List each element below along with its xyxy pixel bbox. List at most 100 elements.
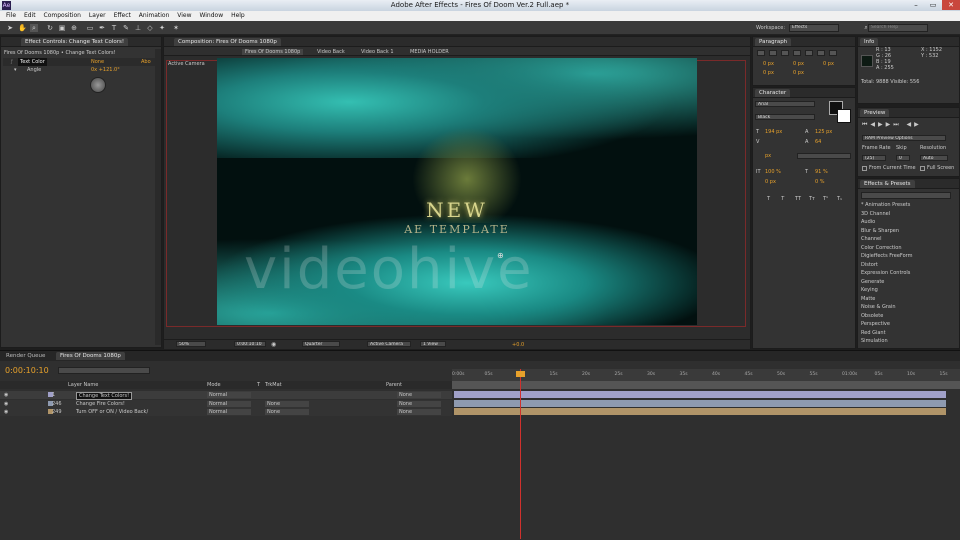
align-center-icon[interactable] <box>769 50 777 56</box>
effects-category-item[interactable]: Expression Controls <box>861 269 910 277</box>
clone-tool-icon[interactable]: ⊥ <box>134 24 142 32</box>
menu-edit[interactable]: Edit <box>24 11 36 21</box>
table-row[interactable]: ◉ 249 Turn OFF or ON / Video Back/Normal No… <box>0 408 452 416</box>
font-size-value[interactable]: 194 px <box>765 128 782 136</box>
puppet-tool-icon[interactable]: ✶ <box>172 24 180 32</box>
expand-arrow-icon[interactable]: ▾ <box>14 66 17 74</box>
menu-help[interactable]: Help <box>231 11 245 21</box>
effects-category-item[interactable]: Matte <box>861 295 875 303</box>
effects-category-item[interactable]: Distort <box>861 261 878 269</box>
effect-top-value[interactable]: None <box>91 58 104 66</box>
close-window-button[interactable]: ✕ <box>942 0 960 10</box>
stroke-color-swatch[interactable] <box>837 109 851 123</box>
eye-icon[interactable]: ◉ <box>4 401 8 407</box>
pen-tool-icon[interactable]: ✒ <box>98 24 106 32</box>
menu-view[interactable]: View <box>177 11 191 21</box>
tab-composition[interactable]: Composition: Fires Of Dooms 1080p <box>174 38 281 46</box>
layer-duration-bar[interactable] <box>454 399 946 407</box>
menu-composition[interactable]: Composition <box>44 11 81 21</box>
layer-number[interactable]: 1 <box>52 392 55 398</box>
ram-preview-options-select[interactable]: RAM Preview Options <box>862 135 946 141</box>
angle-dial[interactable] <box>90 77 106 93</box>
breadcrumb-video-back[interactable]: Video Back <box>317 49 345 55</box>
effects-category-item[interactable]: Perspective <box>861 320 890 328</box>
effect-name[interactable]: Text Color <box>18 58 47 66</box>
fill-stroke-swatches[interactable] <box>829 101 851 123</box>
layer-trkmat-select[interactable]: None <box>265 409 309 415</box>
layer-name[interactable]: Turn OFF or ON / Video Back/ <box>76 409 148 415</box>
rotate-tool-icon[interactable]: ↻ <box>46 24 54 32</box>
menu-animation[interactable]: Animation <box>139 11 170 21</box>
time-ruler[interactable] <box>452 369 960 381</box>
search-help-input[interactable]: Search Help <box>868 24 928 32</box>
layer-duration-bar[interactable] <box>454 408 946 415</box>
effects-category-item[interactable]: Channel <box>861 235 882 243</box>
effects-category-item[interactable]: Color Correction <box>861 244 902 252</box>
tab-effect-controls[interactable]: Effect Controls: Change Text Colors! <box>21 38 129 46</box>
full-screen-checkbox[interactable] <box>920 166 925 171</box>
current-time-display[interactable]: 0:00:10:10 <box>234 341 266 347</box>
menu-effect[interactable]: Effect <box>114 11 131 21</box>
tab-effects-presets[interactable]: Effects & Presets <box>860 180 915 188</box>
align-left-icon[interactable] <box>757 50 765 56</box>
effects-category-item[interactable]: * Animation Presets <box>861 201 910 209</box>
layer-mode-select[interactable]: Normal <box>207 409 251 415</box>
effects-category-item[interactable]: Digieffects FreeForm <box>861 252 913 260</box>
indent-left-value[interactable]: 0 px <box>763 60 774 68</box>
work-area-bar[interactable] <box>452 381 960 389</box>
stroke-width-value[interactable]: px <box>765 152 771 160</box>
effects-category-item[interactable]: Red Giant <box>861 329 886 337</box>
tab-paragraph[interactable]: Paragraph <box>755 38 792 46</box>
layer-mode-select[interactable]: Normal <box>207 392 251 398</box>
type-tool-icon[interactable]: T <box>110 24 118 32</box>
stroke-mode-select[interactable] <box>797 153 851 159</box>
selection-tool-icon[interactable]: ➤ <box>6 24 14 32</box>
justify-center-icon[interactable] <box>805 50 813 56</box>
vertical-scale-value[interactable]: 100 % <box>765 168 781 176</box>
tab-preview[interactable]: Preview <box>860 109 890 117</box>
layer-duration-bar[interactable] <box>454 391 946 398</box>
timeline-search-input[interactable] <box>58 367 150 374</box>
from-current-checkbox[interactable] <box>862 166 867 171</box>
resolution-select[interactable]: Auto <box>920 155 948 161</box>
subscript-button[interactable]: T₁ <box>837 195 842 203</box>
effects-category-item[interactable]: Audio <box>861 218 875 226</box>
layer-parent-select[interactable]: None <box>397 409 441 415</box>
effects-search-input[interactable] <box>861 192 951 199</box>
layer-parent-select[interactable]: None <box>397 392 441 398</box>
effects-category-item[interactable]: Blur & Sharpen <box>861 227 899 235</box>
breadcrumb-media-holder[interactable]: MEDIA HOLDER <box>410 49 449 55</box>
skip-input[interactable]: 0 <box>896 155 910 161</box>
faux-bold-button[interactable]: T <box>767 195 770 203</box>
horizontal-scale-value[interactable]: 91 % <box>815 168 828 176</box>
playhead[interactable] <box>520 369 521 539</box>
eraser-tool-icon[interactable]: ◇ <box>146 24 154 32</box>
effects-category-item[interactable]: 3D Channel <box>861 210 890 218</box>
brush-tool-icon[interactable]: ✎ <box>122 24 130 32</box>
font-family-select[interactable]: Arial <box>755 101 815 107</box>
font-style-select[interactable]: Black <box>755 114 815 120</box>
effects-category-item[interactable]: Generate <box>861 278 884 286</box>
mask-tool-icon[interactable]: ▭ <box>86 24 94 32</box>
effects-category-item[interactable]: Keying <box>861 286 878 294</box>
leading-value[interactable]: 125 px <box>815 128 832 136</box>
tab-info[interactable]: Info <box>860 38 879 46</box>
snapshot-icon[interactable]: ◉ <box>271 341 276 348</box>
effects-category-item[interactable]: Obsolete <box>861 312 883 320</box>
tab-render-queue[interactable]: Render Queue <box>2 352 49 360</box>
tracking-value[interactable]: 64 <box>815 138 821 146</box>
eye-icon[interactable]: ◉ <box>4 409 8 415</box>
effects-category-item[interactable]: Simulation <box>861 337 888 345</box>
small-caps-button[interactable]: Tт <box>809 195 815 203</box>
effect-controls-scrollbar[interactable] <box>155 49 161 345</box>
justify-right-icon[interactable] <box>817 50 825 56</box>
tab-character[interactable]: Character <box>755 89 791 97</box>
tab-timeline-comp[interactable]: Fires Of Dooms 1080p <box>56 352 125 360</box>
camera-view-select[interactable]: Active Camera <box>367 341 411 347</box>
indent-first-value[interactable]: 0 px <box>823 60 834 68</box>
angle-value[interactable]: 0x +121.0° <box>91 66 120 74</box>
layer-name[interactable]: Change Fire Colors! <box>76 401 125 407</box>
table-row[interactable]: ◉ 246 Change Fire Colors! Normal None None <box>0 399 452 408</box>
pan-behind-tool-icon[interactable]: ⊕ <box>70 24 78 32</box>
justify-left-icon[interactable] <box>793 50 801 56</box>
